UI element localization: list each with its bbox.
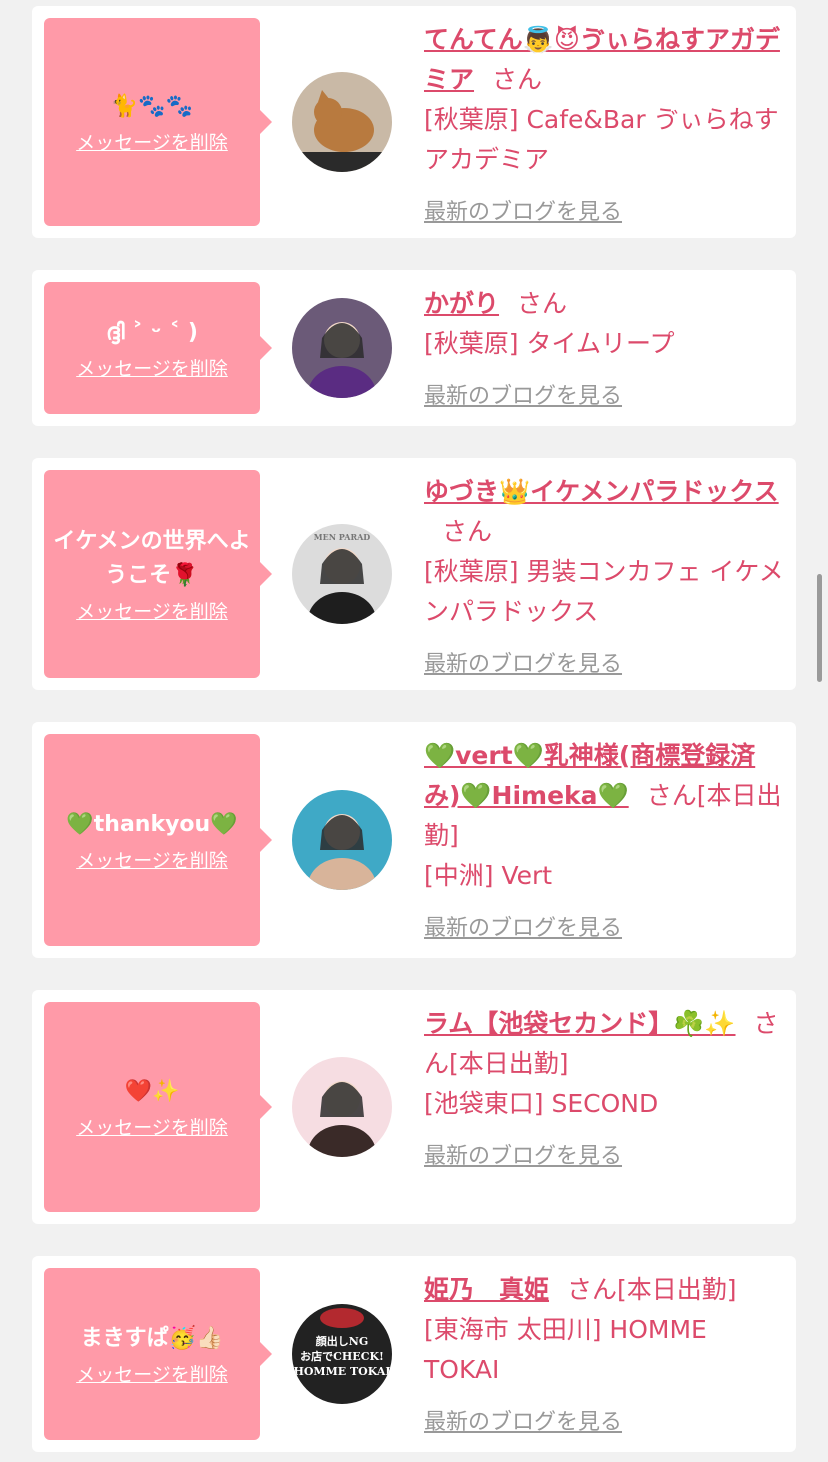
honorific: さん bbox=[517, 289, 568, 318]
avatar-label: MEN PARAD bbox=[313, 532, 371, 542]
avatar[interactable]: 顔出しNG お店でCHECK! HOMME TOKAI bbox=[292, 1304, 392, 1404]
honorific: さん bbox=[442, 517, 493, 546]
message-text: ❤️✨ bbox=[124, 1078, 180, 1104]
avatar[interactable] bbox=[292, 72, 392, 172]
cast-name-link[interactable]: かがり bbox=[424, 289, 499, 318]
shop-name: [秋葉原] タイムリープ bbox=[424, 329, 675, 358]
latest-blog-link[interactable]: 最新のブログを見る bbox=[424, 646, 622, 678]
avatar[interactable] bbox=[292, 298, 392, 398]
message-text: イケメンの世界へようこそ🌹 bbox=[53, 528, 251, 588]
cast-info: かがり さん [秋葉原] タイムリープ 最新のブログを見る bbox=[424, 284, 784, 410]
shop-name: [秋葉原] 男装コンカフェ イケメンパラドックス bbox=[424, 557, 784, 626]
shop-name: [東海市 太田川] HOMME TOKAI bbox=[424, 1315, 707, 1384]
honorific: さん bbox=[567, 1275, 618, 1304]
avatar[interactable] bbox=[292, 790, 392, 890]
cast-name-line: かがり さん bbox=[424, 284, 784, 324]
avatar[interactable]: MEN PARAD bbox=[292, 524, 392, 624]
cast-name-line: ラム【池袋セカンド】☘️✨ さん[本日出勤] bbox=[424, 1004, 784, 1084]
status-badge: [本日出勤] bbox=[449, 1049, 569, 1078]
cast-info: ラム【池袋セカンド】☘️✨ さん[本日出勤] [池袋東口] SECOND 最新のブログ… bbox=[424, 1004, 784, 1170]
shop-name: [中洲] Vert bbox=[424, 861, 553, 890]
cast-name-line: 姫乃 真姫 さん[本日出勤] bbox=[424, 1270, 784, 1310]
message-bubble: 💚thankyou💚 メッセージを削除 bbox=[44, 734, 272, 946]
delete-message-link[interactable]: メッセージを削除 bbox=[76, 1113, 228, 1140]
message-card: 💚thankyou💚 メッセージを削除 💚vert💚乳神様(商標登録済み)💚Hime… bbox=[32, 722, 796, 958]
cast-name-link[interactable]: てんてん👼😈ゔぃらねすアガデミア bbox=[424, 25, 780, 94]
cast-info: ゆづき👑イケメンパラドックスさん [秋葉原] 男装コンカフェ イケメンパラドックス… bbox=[424, 472, 784, 678]
cast-name-link[interactable]: ゆづき👑イケメンパラドックス bbox=[424, 477, 779, 506]
cast-info: 💚vert💚乳神様(商標登録済み)💚Himeka💚 さん[本日出勤] [中洲] Ve… bbox=[424, 736, 784, 942]
message-text: まきすぱ🥳👍🏻 bbox=[80, 1325, 224, 1351]
avatar-label: 顔出しNG お店でCHECK! HOMME TOKAI bbox=[293, 1335, 391, 1378]
latest-blog-link[interactable]: 最新のブログを見る bbox=[424, 910, 622, 942]
honorific: さん bbox=[646, 781, 697, 810]
cast-info: てんてん👼😈ゔぃらねすアガデミア さん [秋葉原] Cafe&Bar ゔぃらねすアカ… bbox=[424, 20, 784, 226]
cast-name-line: 💚vert💚乳神様(商標登録済み)💚Himeka💚 さん[本日出勤] bbox=[424, 736, 784, 856]
delete-message-link[interactable]: メッセージを削除 bbox=[76, 597, 228, 624]
shop-name: [池袋東口] SECOND bbox=[424, 1089, 659, 1118]
message-bubble: イケメンの世界へようこそ🌹 メッセージを削除 bbox=[44, 470, 272, 678]
message-text: ദ്ദി ˃ ᵕ ˂ ) bbox=[106, 319, 198, 345]
cast-name-link[interactable]: ラム【池袋セカンド】☘️✨ bbox=[424, 1009, 736, 1038]
delete-message-link[interactable]: メッセージを削除 bbox=[76, 846, 228, 873]
message-card: イケメンの世界へようこそ🌹 メッセージを削除 MEN PARAD ゆづき👑イケメンパラ… bbox=[32, 458, 796, 690]
delete-message-link[interactable]: メッセージを削除 bbox=[76, 354, 228, 381]
cast-info: 姫乃 真姫 さん[本日出勤] [東海市 太田川] HOMME TOKAI 最新のブログ… bbox=[424, 1270, 784, 1436]
message-bubble: ❤️✨ メッセージを削除 bbox=[44, 1002, 272, 1212]
message-card: まきすぱ🥳👍🏻 メッセージを削除 顔出しNG お店でCHECK! HOMME TOK… bbox=[32, 1256, 796, 1452]
avatar[interactable] bbox=[292, 1057, 392, 1157]
latest-blog-link[interactable]: 最新のブログを見る bbox=[424, 1404, 622, 1436]
honorific: さん bbox=[492, 65, 543, 94]
message-bubble: ദ്ദി ˃ ᵕ ˂ ) メッセージを削除 bbox=[44, 282, 272, 414]
message-card: ❤️✨ メッセージを削除 ラム【池袋セカンド】☘️✨ さん[本日出勤] [池袋東口] S… bbox=[32, 990, 796, 1224]
latest-blog-link[interactable]: 最新のブログを見る bbox=[424, 378, 622, 410]
cast-name-line: ゆづき👑イケメンパラドックスさん bbox=[424, 472, 784, 552]
delete-message-link[interactable]: メッセージを削除 bbox=[76, 1360, 228, 1387]
cast-name-line: てんてん👼😈ゔぃらねすアガデミア さん bbox=[424, 20, 784, 100]
message-text: 🐈🐾🐾 bbox=[110, 93, 194, 119]
shop-name: [秋葉原] Cafe&Bar ゔぃらねすアカデミア bbox=[424, 105, 779, 174]
message-bubble: 🐈🐾🐾 メッセージを削除 bbox=[44, 18, 272, 226]
status-badge: [本日出勤] bbox=[617, 1275, 737, 1304]
message-bubble: まきすぱ🥳👍🏻 メッセージを削除 bbox=[44, 1268, 272, 1440]
message-text: 💚thankyou💚 bbox=[66, 811, 238, 837]
message-card: 🐈🐾🐾 メッセージを削除 てんてん👼😈ゔぃらねすアガデミア さん [秋葉原] Cafe&… bbox=[32, 6, 796, 238]
message-card: ദ്ദി ˃ ᵕ ˂ ) メッセージを削除 かがり さん [秋葉原] タイムリープ 最新の… bbox=[32, 270, 796, 426]
cast-name-link[interactable]: 姫乃 真姫 bbox=[424, 1275, 549, 1304]
delete-message-link[interactable]: メッセージを削除 bbox=[76, 128, 228, 155]
latest-blog-link[interactable]: 最新のブログを見る bbox=[424, 194, 622, 226]
scrollbar[interactable] bbox=[817, 574, 822, 682]
latest-blog-link[interactable]: 最新のブログを見る bbox=[424, 1138, 622, 1170]
